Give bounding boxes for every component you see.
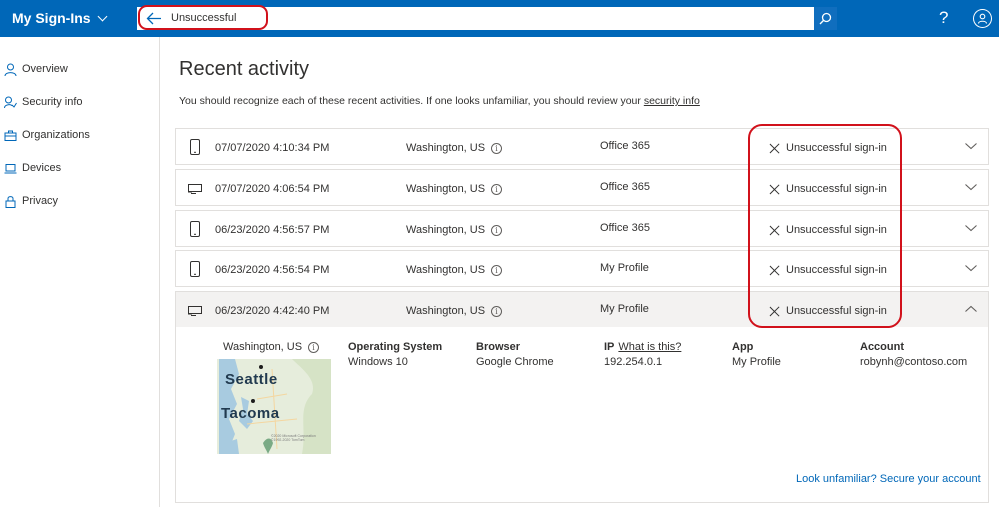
detail-label: App <box>732 341 754 353</box>
sidebar-item-label: Devices <box>22 162 62 174</box>
sidebar-item-label: Organizations <box>22 129 90 141</box>
activity-location-text: Washington, US <box>406 264 486 276</box>
lock-icon <box>5 195 16 208</box>
activity-location: Washington, US i <box>406 305 503 317</box>
map-credit: ©2020 Microsoft Corporation ©1992-2020 T… <box>271 434 316 442</box>
briefcase-icon <box>4 130 17 141</box>
activity-location: Washington, US i <box>406 183 503 195</box>
security-info-link[interactable]: security info <box>644 95 700 107</box>
activity-date: 06/23/2020 4:42:40 PM <box>215 305 330 317</box>
chevron-down-icon[interactable] <box>965 222 977 234</box>
page-subtitle: You should recognize each of these recen… <box>179 95 700 107</box>
app-title: My Sign-Ins <box>12 10 91 26</box>
activity-date: 06/23/2020 4:56:57 PM <box>215 224 330 236</box>
computer-icon <box>188 184 202 194</box>
laptop-icon <box>4 163 17 173</box>
detail-value: Google Chrome <box>476 356 554 368</box>
security-info-icon <box>4 96 17 108</box>
activity-app: My Profile <box>600 262 649 274</box>
info-icon[interactable]: i <box>491 142 503 154</box>
detail-location: Washington, US i <box>223 341 320 353</box>
detail-label: IP What is this? <box>604 341 681 353</box>
activity-date: 07/07/2020 4:06:54 PM <box>215 183 330 195</box>
phone-icon <box>190 261 200 277</box>
phone-icon <box>190 221 200 237</box>
secure-account-link[interactable]: Look unfamiliar? Secure your account <box>796 473 981 485</box>
what-is-this-link[interactable]: What is this? <box>618 341 681 353</box>
detail-value: My Profile <box>732 356 781 368</box>
activity-location: Washington, US i <box>406 264 503 276</box>
chevron-down-icon[interactable] <box>965 140 977 152</box>
chevron-down-icon[interactable] <box>965 181 977 193</box>
info-icon[interactable]: i <box>491 305 503 317</box>
sidebar-item-security-info[interactable]: Security info <box>4 93 83 111</box>
phone-icon <box>190 139 200 155</box>
activity-location-text: Washington, US <box>406 183 486 195</box>
detail-value: robynh@contoso.com <box>860 356 968 368</box>
activity-date: 07/07/2020 4:10:34 PM <box>215 142 330 154</box>
sidebar: Overview Security info Organizations Dev… <box>0 37 160 507</box>
sidebar-item-label: Security info <box>22 96 83 108</box>
detail-location-text: Washington, US <box>223 341 303 353</box>
detail-value: 192.254.0.1 <box>604 356 663 368</box>
page-title: Recent activity <box>179 58 310 80</box>
detail-label: Operating System <box>348 341 443 353</box>
info-icon[interactable]: i <box>491 264 503 276</box>
activity-date: 06/23/2020 4:56:54 PM <box>215 264 330 276</box>
search-highlight-annotation <box>138 5 268 30</box>
map-pin <box>259 365 263 369</box>
chevron-down-icon <box>97 11 108 22</box>
app-switcher[interactable]: My Sign-Ins <box>12 0 108 37</box>
sidebar-item-overview[interactable]: Overview <box>4 60 68 78</box>
map-city-seattle: Seattle <box>225 371 278 388</box>
sidebar-item-label: Privacy <box>22 195 59 207</box>
activity-app: Office 365 <box>600 181 650 193</box>
activity-location: Washington, US i <box>406 142 503 154</box>
activity-location-text: Washington, US <box>406 224 486 236</box>
detail-label: Account <box>860 341 904 353</box>
search-icon <box>819 12 832 25</box>
activity-location: Washington, US i <box>406 224 503 236</box>
info-icon[interactable]: i <box>491 224 503 236</box>
map-pin <box>251 399 255 403</box>
activity-details: Washington, US i Seattle Tacoma ©2020 Mi… <box>175 327 989 503</box>
chevron-down-icon[interactable] <box>965 262 977 274</box>
info-icon[interactable]: i <box>491 183 503 195</box>
sidebar-item-organizations[interactable]: Organizations <box>4 126 90 144</box>
detail-account: Account robynh@contoso.com <box>860 341 967 368</box>
status-highlight-annotation <box>748 124 902 328</box>
activity-app: Office 365 <box>600 140 650 152</box>
person-icon <box>4 63 17 76</box>
activity-app: Office 365 <box>600 222 650 234</box>
subtitle-text: You should recognize each of these recen… <box>179 95 641 107</box>
location-map: Seattle Tacoma ©2020 Microsoft Corporati… <box>217 359 331 454</box>
detail-label-text: IP <box>604 341 615 353</box>
map-city-tacoma: Tacoma <box>221 405 280 422</box>
map-credit-line: ©1992-2020 TomTom <box>271 438 305 442</box>
info-icon[interactable]: i <box>308 341 320 353</box>
activity-location-text: Washington, US <box>406 305 486 317</box>
detail-label: Browser <box>476 341 521 353</box>
detail-browser: Browser Google Chrome <box>476 341 554 368</box>
avatar[interactable] <box>973 9 992 28</box>
search-button[interactable] <box>814 7 837 30</box>
detail-value: Windows 10 <box>348 356 408 368</box>
help-icon[interactable]: ? <box>939 7 948 29</box>
computer-icon <box>188 306 202 316</box>
sidebar-item-label: Overview <box>22 63 68 75</box>
chevron-up-icon[interactable] <box>965 303 977 315</box>
detail-app: App My Profile <box>732 341 781 368</box>
sidebar-item-privacy[interactable]: Privacy <box>4 192 58 210</box>
sidebar-item-devices[interactable]: Devices <box>4 159 61 177</box>
user-icon <box>977 13 988 24</box>
activity-app: My Profile <box>600 303 649 315</box>
detail-ip: IP What is this? 192.254.0.1 <box>604 341 681 368</box>
detail-os: Operating System Windows 10 <box>348 341 442 368</box>
activity-location-text: Washington, US <box>406 142 486 154</box>
